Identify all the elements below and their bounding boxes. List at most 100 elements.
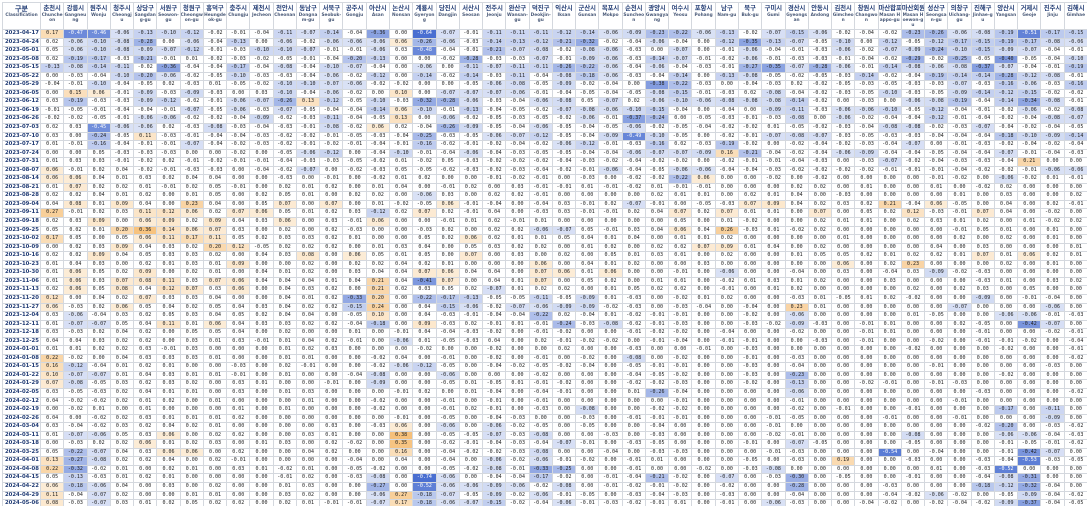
heatmap-cell: 0.04 bbox=[482, 276, 507, 287]
heatmap-cell: -0.07 bbox=[63, 370, 88, 381]
heatmap-cell: 0.01 bbox=[202, 268, 228, 278]
row-date-label: 2024-01-01 bbox=[2, 345, 41, 355]
heatmap-cell: 0.02 bbox=[458, 405, 484, 415]
heatmap-cell: -0.16 bbox=[412, 140, 437, 150]
heatmap-cell: 0.00 bbox=[226, 422, 251, 432]
row-date-label: 2023-09-18 bbox=[2, 217, 41, 227]
heatmap-cell: 0.04 bbox=[784, 199, 809, 210]
heatmap-cell: -0.02 bbox=[784, 165, 809, 176]
row-date-label: 2023-08-14 bbox=[2, 174, 41, 184]
heatmap-cell: 0.00 bbox=[970, 430, 995, 441]
heatmap-cell: 0.05 bbox=[621, 285, 646, 295]
heatmap-cell: -0.10 bbox=[877, 88, 902, 99]
heatmap-cell: -0.09 bbox=[621, 29, 646, 39]
heatmap-cell: 0.17 bbox=[388, 499, 414, 506]
heatmap-cell: 0.04 bbox=[109, 353, 135, 364]
heatmap-cell: 0.07 bbox=[412, 268, 437, 278]
heatmap-cell: -0.05 bbox=[900, 105, 926, 116]
column-header-ko: 성산구 bbox=[927, 5, 945, 12]
heatmap-cell: 0.02 bbox=[39, 191, 65, 201]
heatmap-cell: -0.02 bbox=[737, 140, 763, 150]
column-header-ko: 익산시 bbox=[555, 5, 573, 12]
heatmap-cell: 0.01 bbox=[621, 251, 646, 261]
heatmap-cell: -0.14 bbox=[668, 71, 693, 82]
heatmap-cell: -0.02 bbox=[877, 499, 902, 506]
heatmap-cell: 0.00 bbox=[249, 473, 274, 483]
heatmap-cell: 0.04 bbox=[133, 319, 158, 330]
heatmap-cell: 0.04 bbox=[156, 302, 181, 313]
heatmap-cell: -0.02 bbox=[551, 165, 577, 176]
heatmap-cell: 0.00 bbox=[202, 362, 228, 372]
heatmap-cell: 0.02 bbox=[109, 439, 135, 449]
heatmap-cell: -0.04 bbox=[924, 131, 949, 142]
heatmap-cell: 0.00 bbox=[993, 387, 1019, 398]
heatmap-cell: 0.01 bbox=[714, 217, 739, 227]
heatmap-cell: -0.07 bbox=[482, 430, 507, 441]
heatmap-cell: 0.02 bbox=[179, 439, 204, 449]
heatmap-cell: -0.05 bbox=[668, 131, 693, 142]
heatmap-cell: -0.10 bbox=[272, 88, 297, 99]
heatmap-cell: 0.01 bbox=[133, 499, 158, 506]
heatmap-cell: -0.07 bbox=[86, 490, 111, 501]
heatmap-cell: -0.04 bbox=[342, 319, 367, 330]
heatmap-cell: 0.00 bbox=[202, 473, 228, 483]
heatmap-cell: -0.08 bbox=[877, 123, 902, 133]
heatmap-cell: 0.00 bbox=[644, 259, 670, 270]
heatmap-cell: 0.02 bbox=[458, 285, 484, 295]
heatmap-cell: 0.09 bbox=[156, 217, 181, 227]
column-header-en: Suncheon bbox=[623, 13, 645, 23]
heatmap-cell: -0.01 bbox=[435, 396, 460, 407]
heatmap-cell: 0.07 bbox=[179, 285, 204, 295]
heatmap-cell: 0.36 bbox=[133, 225, 158, 236]
heatmap-cell: 0.05 bbox=[575, 225, 600, 236]
heatmap-cell: -0.03 bbox=[272, 71, 297, 82]
column-header-ko: 김천시 bbox=[834, 5, 852, 12]
heatmap-cell: 0.02 bbox=[202, 456, 228, 466]
heatmap-cell: -0.02 bbox=[551, 473, 577, 483]
heatmap-cell: -0.19 bbox=[714, 140, 739, 150]
heatmap-cell: -0.05 bbox=[133, 80, 158, 90]
heatmap-cell: -0.14 bbox=[993, 97, 1019, 107]
heatmap-cell: 0.00 bbox=[668, 345, 693, 355]
heatmap-cell: -0.02 bbox=[365, 405, 390, 415]
heatmap-cell: -0.04 bbox=[924, 447, 949, 458]
heatmap-cell: -0.07 bbox=[761, 29, 786, 39]
heatmap-cell: -0.02 bbox=[551, 114, 577, 124]
heatmap-cell: -0.06 bbox=[598, 105, 623, 116]
heatmap-cell: -0.06 bbox=[482, 456, 507, 466]
heatmap-cell: 0.00 bbox=[179, 405, 204, 415]
heatmap-cell: 0.00 bbox=[784, 336, 809, 347]
heatmap-cell: 0.00 bbox=[854, 225, 879, 236]
heatmap-cell: -0.09 bbox=[133, 97, 158, 107]
heatmap-cell: 0.00 bbox=[342, 379, 367, 389]
row-date-label: 2024-02-26 bbox=[2, 413, 41, 424]
heatmap-cell: 0.00 bbox=[714, 405, 739, 415]
heatmap-cell: -0.03 bbox=[737, 464, 763, 475]
heatmap-cell: -0.10 bbox=[831, 37, 856, 48]
heatmap-cell: 0.00 bbox=[807, 234, 833, 244]
heatmap-cell: 0.00 bbox=[226, 396, 251, 407]
heatmap-cell: 0.04 bbox=[412, 311, 437, 321]
heatmap-cell: 0.03 bbox=[272, 234, 297, 244]
heatmap-cell: 0.00 bbox=[831, 182, 856, 193]
heatmap-cell: -0.03 bbox=[924, 80, 949, 90]
heatmap-cell: 0.00 bbox=[924, 234, 949, 244]
heatmap-cell: 0.00 bbox=[714, 379, 739, 389]
heatmap-cell: -0.05 bbox=[505, 105, 530, 116]
corner-label-en: Classification bbox=[5, 13, 38, 18]
heatmap-cell: -0.28 bbox=[435, 97, 460, 107]
heatmap-cell: 0.06 bbox=[133, 439, 158, 449]
heatmap-cell: 0.00 bbox=[249, 413, 274, 424]
heatmap-cell: 0.00 bbox=[1063, 182, 1087, 193]
heatmap-cell: -0.04 bbox=[528, 71, 553, 82]
heatmap-cell: -0.01 bbox=[156, 105, 181, 116]
heatmap-cell: -0.04 bbox=[947, 499, 972, 506]
heatmap-cell: 0.00 bbox=[900, 319, 926, 330]
row-date-label: 2023-05-08 bbox=[2, 54, 41, 65]
heatmap-cell: -0.04 bbox=[1040, 123, 1065, 133]
heatmap-cell: -0.07 bbox=[249, 97, 274, 107]
column-header-en: Jeonju bbox=[486, 13, 502, 18]
heatmap-cell: -0.02 bbox=[644, 328, 670, 338]
column-header-en: Heungdeok-gu bbox=[204, 13, 226, 23]
heatmap-cell: 0.03 bbox=[156, 293, 181, 304]
